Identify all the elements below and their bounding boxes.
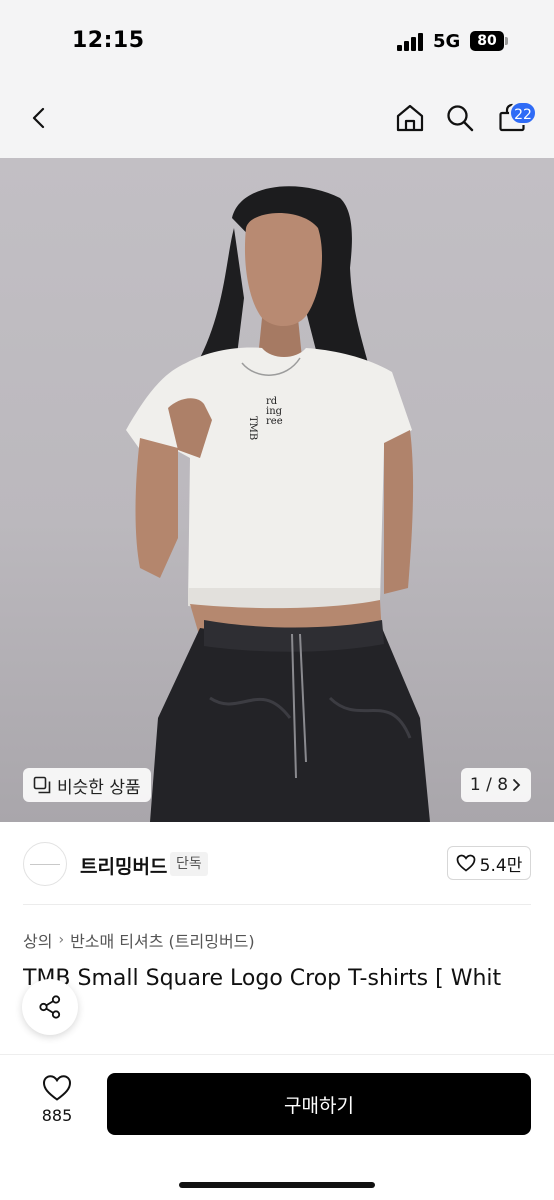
brand-logo[interactable]	[23, 842, 67, 886]
chevron-left-icon	[32, 107, 45, 129]
similar-products-button[interactable]: 비슷한 상품	[23, 768, 151, 802]
brand-name[interactable]: 트리밍버드	[80, 852, 167, 879]
cart-count-badge: 22	[509, 101, 537, 125]
heart-outline-icon	[456, 854, 476, 872]
copy-icon	[33, 776, 51, 794]
similar-products-label: 비슷한 상품	[57, 777, 141, 798]
product-title: TMB Small Square Logo Crop T-shirts [ Wh…	[23, 966, 502, 991]
search-icon	[447, 105, 474, 132]
breadcrumb-item-subcategory[interactable]: 반소매 티셔츠 (트리밍버드)	[70, 928, 255, 952]
battery-cap	[505, 37, 508, 45]
status-bar: 12:15 5G 80	[0, 0, 554, 80]
search-button[interactable]	[440, 98, 480, 138]
battery-icon: 80	[470, 31, 504, 51]
product-image-carousel[interactable]: TMB rd ing ree	[0, 158, 554, 822]
wishlist-button[interactable]: 885	[26, 1074, 88, 1134]
home-button[interactable]	[390, 98, 430, 138]
back-button[interactable]	[20, 98, 60, 138]
heart-outline-icon	[42, 1075, 72, 1101]
breadcrumb: 상의 › 반소매 티셔츠 (트리밍버드)	[23, 928, 255, 952]
status-time: 12:15	[72, 28, 145, 53]
buy-button[interactable]: 구매하기	[107, 1073, 531, 1135]
share-button[interactable]	[22, 979, 78, 1035]
network-type: 5G	[433, 31, 461, 52]
home-indicator	[179, 1182, 375, 1188]
svg-text:ree: ree	[266, 416, 283, 427]
home-icon	[396, 104, 424, 132]
wishlist-count: 885	[41, 1106, 73, 1125]
brand-row: 트리밍버드 단독 5.4만	[0, 822, 554, 904]
share-icon	[39, 995, 61, 1019]
exclusive-badge: 단독	[170, 852, 208, 876]
nav-bar	[0, 80, 554, 158]
product-photo: TMB rd ing ree	[126, 186, 430, 822]
chevron-right-icon	[513, 779, 521, 791]
image-page-indicator[interactable]: 1 / 8	[461, 768, 531, 802]
svg-text:TMB: TMB	[247, 416, 258, 440]
brand-like-button[interactable]: 5.4만	[447, 846, 531, 880]
divider	[23, 904, 531, 905]
page-indicator-text: 1 / 8	[469, 775, 509, 795]
breadcrumb-item-category[interactable]: 상의	[23, 928, 52, 952]
chevron-right-icon: ›	[58, 932, 65, 948]
brand-like-count: 5.4만	[479, 855, 523, 876]
signal-icon	[397, 33, 425, 51]
